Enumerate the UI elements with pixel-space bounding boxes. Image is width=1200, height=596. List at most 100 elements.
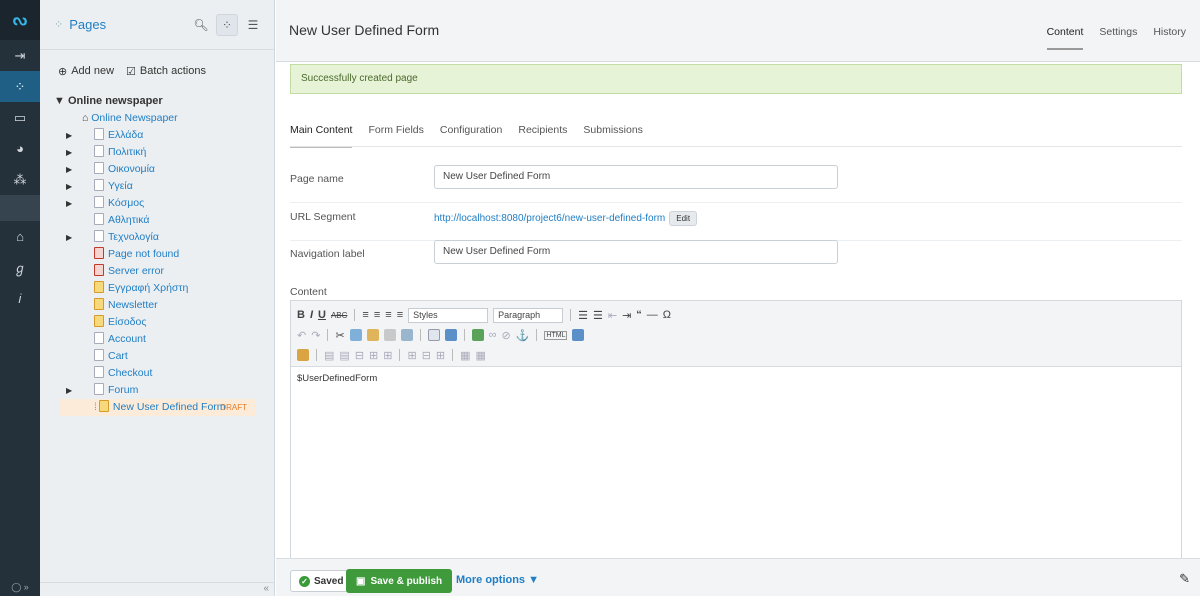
tree-node[interactable]: ▶ Τεχνολογία (40, 229, 274, 246)
link-icon[interactable]: ∞ (489, 329, 497, 341)
save-publish-button[interactable]: ▣ Save & publish (346, 569, 453, 593)
subtab-recipients[interactable]: Recipients (518, 124, 567, 148)
expand-arrow-icon[interactable]: ▶ (66, 161, 72, 178)
batch-actions-button[interactable]: ☑ Batch actions (126, 65, 206, 78)
add-new-button[interactable]: ⊕ Add new (58, 65, 114, 78)
insert-image-icon[interactable] (471, 329, 484, 341)
underline-icon[interactable]: U (318, 309, 326, 321)
tree-node[interactable]: ▶ Forum (40, 382, 274, 399)
table-col-before-icon[interactable]: ⊞ (369, 349, 378, 362)
expand-arrow-icon[interactable]: ▶ (66, 127, 72, 144)
logout-icon[interactable]: ⇥ (0, 40, 40, 71)
bold-icon[interactable]: B (297, 309, 305, 321)
redo-icon[interactable]: ↷ (311, 329, 320, 342)
table-col-after-icon[interactable]: ⊞ (383, 349, 392, 362)
nav-label-input[interactable]: New User Defined Form (434, 240, 838, 264)
help-icon[interactable]: 𝑖 (0, 283, 40, 314)
italic-icon[interactable]: I (310, 309, 313, 321)
select-all-icon[interactable] (427, 329, 440, 341)
tree-node[interactable]: ▶ Πολιτική (40, 144, 274, 161)
rail-collapse-toggle[interactable]: ◯ » (0, 582, 40, 596)
special-char-icon[interactable]: Ω (663, 309, 671, 321)
url-segment-link[interactable]: http://localhost:8080/project6/new-user-… (434, 213, 665, 224)
split-cells-icon[interactable]: ⊞ (407, 349, 416, 362)
tree-node[interactable]: Είσοδος (40, 314, 274, 331)
tree-node[interactable]: ▶ Οικονομία (40, 161, 274, 178)
settings-icon[interactable]: ℊ (0, 252, 40, 283)
justify-icon[interactable]: ≡ (397, 309, 403, 321)
delete-row-icon[interactable]: ⊟ (355, 349, 364, 362)
paste-text-icon[interactable] (383, 329, 396, 341)
expand-arrow-icon[interactable]: ▶ (66, 144, 72, 161)
more-options-button[interactable]: More options ▼ (456, 574, 539, 586)
insert-media-icon[interactable] (297, 349, 309, 361)
saved-button[interactable]: ✓ Saved (290, 570, 353, 592)
format-select[interactable]: Paragraph (493, 307, 564, 323)
subtab-main-content[interactable]: Main Content (290, 124, 353, 148)
tree-node-home[interactable]: ⌂ Online Newspaper (40, 110, 274, 127)
fullscreen-icon[interactable] (572, 329, 585, 341)
tree-root-node[interactable]: ▼ Online newspaper (40, 92, 274, 110)
align-left-icon[interactable]: ≡ (362, 309, 368, 321)
tree-node[interactable]: ▶ Κόσμος (40, 195, 274, 212)
merge-cells-icon[interactable]: ⊟ (422, 349, 431, 362)
paste-word-icon[interactable] (400, 329, 413, 341)
subtab-form-fields[interactable]: Form Fields (368, 124, 423, 148)
align-center-icon[interactable]: ≡ (374, 309, 380, 321)
drag-handle-icon[interactable]: ⁞ (94, 401, 97, 413)
table-row-before-icon[interactable]: ▤ (324, 349, 334, 362)
list-view-icon[interactable]: ☰ (242, 14, 264, 36)
tree-node[interactable]: ▶ Ελλάδα (40, 127, 274, 144)
table-props-icon[interactable]: ▦ (460, 349, 470, 362)
security-icon[interactable]: ⁂ (0, 164, 40, 195)
page-name-input[interactable]: New User Defined Form (434, 165, 838, 189)
bullet-list-icon[interactable]: ☰ (578, 309, 588, 322)
tree-view-icon[interactable]: ⁘ (216, 14, 238, 36)
undo-icon[interactable]: ↶ (297, 329, 306, 342)
reports-icon[interactable]: ◕ (0, 133, 40, 164)
tree-node-current[interactable]: ⁞ New User Defined Form DRAFT (60, 399, 255, 416)
tree-node[interactable]: Page not found (40, 246, 274, 263)
url-edit-button[interactable]: Edit (669, 211, 698, 226)
subtab-submissions[interactable]: Submissions (583, 124, 643, 148)
files-icon[interactable]: ▭ (0, 102, 40, 133)
outdent-icon[interactable]: ⇤ (608, 309, 617, 322)
tree-node[interactable]: Server error (40, 263, 274, 280)
align-right-icon[interactable]: ≡ (385, 309, 391, 321)
unlink-icon[interactable]: ⊘ (502, 329, 511, 342)
expand-arrow-icon[interactable]: ▶ (66, 229, 72, 246)
tree-node[interactable]: Account (40, 331, 274, 348)
silverstripe-logo-icon[interactable]: ᔓ (0, 0, 40, 40)
expand-arrow-icon[interactable]: ▶ (66, 195, 72, 212)
tree-node[interactable]: Newsletter (40, 297, 274, 314)
cell-props-icon[interactable]: ▦ (476, 349, 486, 362)
html-source-icon[interactable]: HTML (544, 330, 568, 340)
horizontal-rule-icon[interactable]: — (647, 309, 658, 321)
numbered-list-icon[interactable]: ☰ (593, 309, 603, 322)
anchor-icon[interactable]: ⚓ (516, 329, 530, 342)
pages-icon[interactable]: ⁘ (0, 71, 40, 102)
editor-content-area[interactable]: $UserDefinedForm (291, 367, 1181, 390)
strikethrough-icon[interactable]: ABC (331, 311, 347, 320)
table-row-after-icon[interactable]: ▤ (339, 349, 349, 362)
tree-node[interactable]: Εγγραφή Χρήστη (40, 280, 274, 297)
tree-node[interactable]: Αθλητικά (40, 212, 274, 229)
tab-history[interactable]: History (1153, 26, 1186, 50)
styles-select[interactable]: Styles (408, 307, 489, 323)
tree-node[interactable]: ▶ Υγεία (40, 178, 274, 195)
blockquote-icon[interactable]: “ (636, 309, 642, 321)
tree-node[interactable]: Cart (40, 348, 274, 365)
expand-arrow-icon[interactable]: ▶ (66, 382, 72, 399)
table-icon[interactable] (444, 329, 457, 341)
shop-icon[interactable]: ⌂ (0, 221, 40, 252)
tree-collapse-toggle[interactable]: « (40, 582, 275, 596)
delete-col-icon[interactable]: ⊞ (436, 349, 445, 362)
cut-icon[interactable]: ✂ (335, 329, 344, 342)
tab-settings[interactable]: Settings (1099, 26, 1137, 50)
tree-node[interactable]: Checkout (40, 365, 274, 382)
indent-icon[interactable]: ⇥ (622, 309, 631, 322)
tab-content[interactable]: Content (1046, 26, 1084, 50)
search-icon[interactable]: 🔍︎ (190, 14, 212, 36)
subtab-configuration[interactable]: Configuration (440, 124, 502, 148)
paste-icon[interactable] (366, 329, 379, 341)
